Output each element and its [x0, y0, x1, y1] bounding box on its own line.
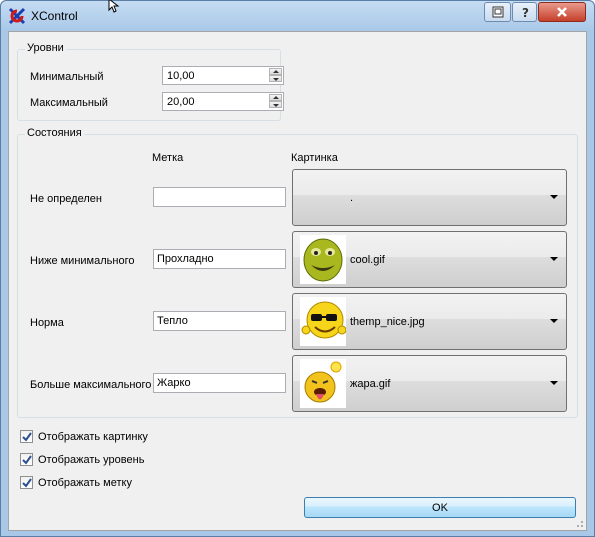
state-label-value: Тепло [157, 315, 188, 327]
picture-filename: жара.gif [350, 378, 391, 390]
state-name-undefined: Не определен [30, 193, 102, 205]
restore-icon [492, 6, 503, 18]
picture-combo-above-max[interactable]: жара.gif [292, 355, 567, 412]
max-level-spinbox[interactable]: 20,00 [162, 92, 284, 111]
min-level-value: 10,00 [167, 70, 195, 82]
picture-filename: cool.gif [350, 254, 385, 266]
checkmark-icon [22, 432, 32, 442]
picture-column-header: Картинка [291, 152, 338, 164]
xcontrol-app-icon [8, 7, 26, 25]
min-level-spinbox[interactable]: 10,00 [162, 66, 284, 85]
max-level-value: 20,00 [167, 96, 195, 108]
picture-filename: . [350, 192, 354, 204]
context-help-button[interactable] [484, 2, 511, 22]
show-level-label[interactable]: Отображать уровень [38, 454, 144, 466]
help-button[interactable]: ? [512, 2, 537, 22]
title-bar[interactable]: XControl ? [1, 0, 594, 31]
picture-thumbnail [300, 359, 346, 408]
dropdown-arrow-icon [550, 257, 558, 261]
sunglasses-smiley-icon [301, 301, 347, 339]
green-smiley-icon [303, 238, 343, 282]
picture-combo-undefined[interactable]: . [292, 169, 567, 226]
mouse-cursor-icon [108, 0, 120, 13]
max-level-up-arrow-icon[interactable] [269, 94, 282, 101]
question-icon: ? [522, 6, 529, 18]
close-button[interactable] [538, 2, 586, 22]
state-name-below-min: Ниже минимального [30, 255, 135, 267]
state-name-normal: Норма [30, 317, 64, 329]
state-label-input-above-max[interactable]: Жарко [153, 373, 286, 393]
dropdown-arrow-icon [550, 319, 558, 323]
dropdown-arrow-icon [550, 381, 558, 385]
min-level-up-arrow-icon[interactable] [269, 68, 282, 75]
state-label-input-normal[interactable]: Тепло [153, 311, 286, 331]
close-icon [557, 7, 567, 17]
svg-text:?: ? [522, 6, 529, 18]
label-column-header: Метка [152, 152, 184, 164]
min-level-label: Минимальный [30, 71, 104, 83]
min-level-down-arrow-icon[interactable] [269, 75, 282, 82]
resize-grip-icon[interactable] [574, 518, 584, 528]
ok-button[interactable]: OK [304, 497, 576, 518]
show-level-checkbox[interactable] [20, 453, 33, 466]
checkmark-icon [22, 455, 32, 465]
dropdown-arrow-icon [550, 195, 558, 199]
show-picture-label[interactable]: Отображать картинку [38, 431, 148, 443]
picture-thumbnail [300, 297, 347, 346]
levels-group-title: Уровни [25, 42, 66, 54]
ok-button-label: OK [432, 502, 448, 514]
states-group-title: Состояния [25, 127, 84, 139]
max-level-down-arrow-icon[interactable] [269, 101, 282, 108]
max-level-label: Максимальный [30, 97, 108, 109]
app-window: XControl ? Уровни Минимальный 10,00 Макс… [0, 0, 595, 537]
picture-combo-below-min[interactable]: cool.gif [292, 231, 567, 288]
dialog-client-area: Уровни Минимальный 10,00 Максимальный 20… [8, 31, 587, 531]
hot-smiley-icon [304, 361, 342, 403]
levels-group: Уровни Минимальный 10,00 Максимальный 20… [17, 42, 284, 121]
picture-filename: themp_nice.jpg [350, 316, 425, 328]
picture-combo-normal[interactable]: themp_nice.jpg [292, 293, 567, 350]
show-label-checkbox[interactable] [20, 476, 33, 489]
state-name-above-max: Больше максимального [30, 379, 152, 391]
state-label-value: Прохладно [157, 253, 214, 265]
picture-thumbnail [300, 235, 346, 284]
state-label-input-below-min[interactable]: Прохладно [153, 249, 286, 269]
window-title: XControl [31, 9, 78, 23]
checkmark-icon [22, 478, 32, 488]
show-label-label[interactable]: Отображать метку [38, 477, 132, 489]
state-label-input-undefined[interactable] [153, 187, 286, 207]
show-picture-checkbox[interactable] [20, 430, 33, 443]
state-label-value: Жарко [157, 377, 191, 389]
states-group: Состояния Метка Картинка Не определен . … [17, 127, 578, 418]
